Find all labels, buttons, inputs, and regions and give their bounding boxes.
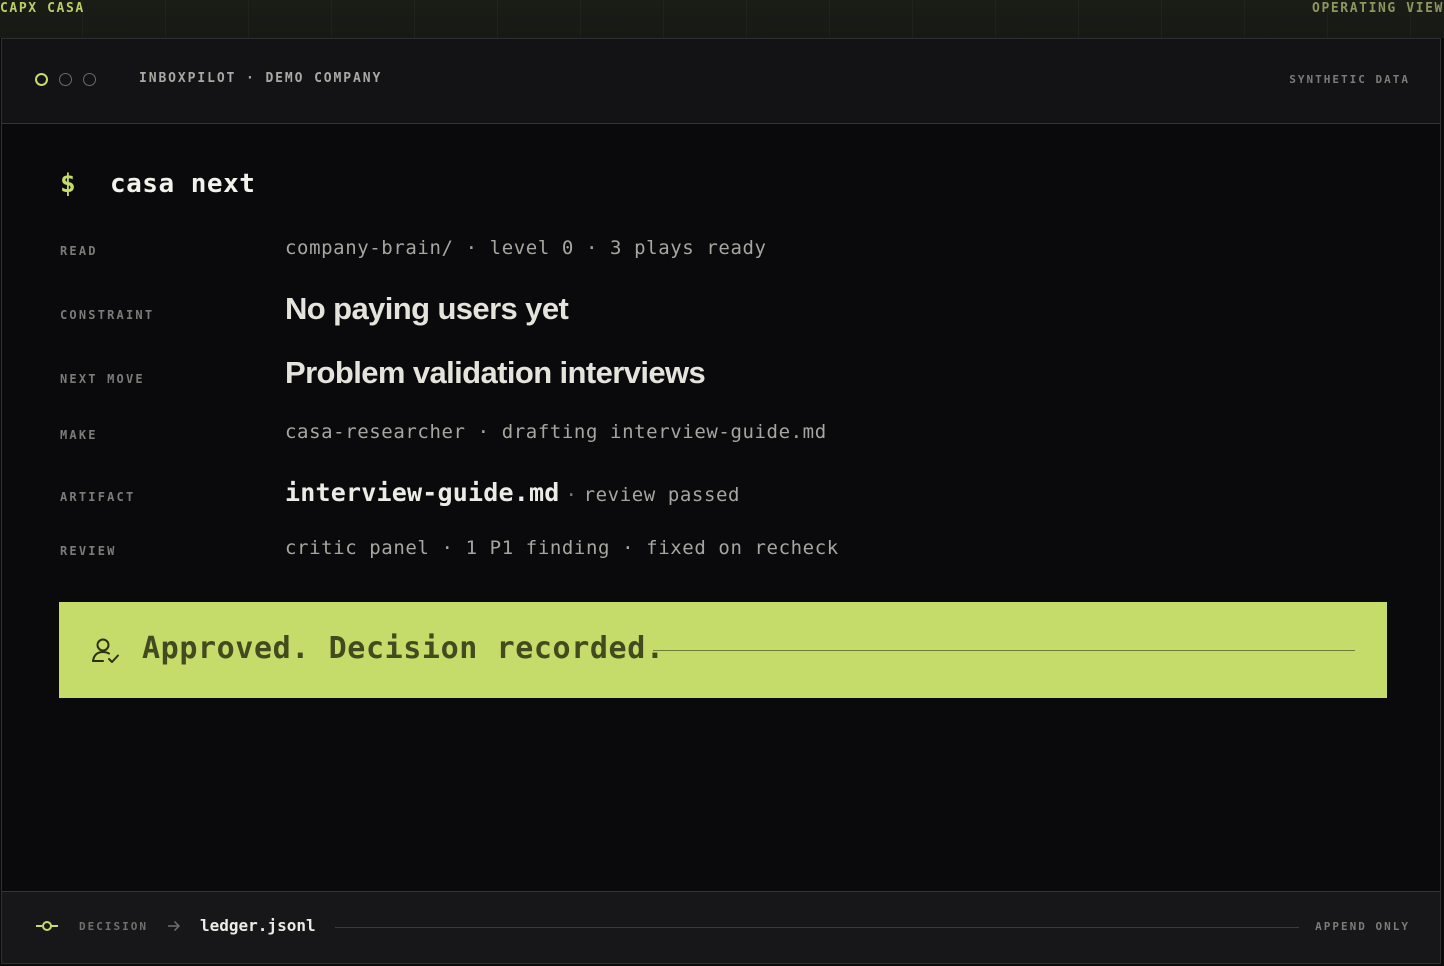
command-text: casa next bbox=[110, 169, 256, 199]
window-dot-icon[interactable] bbox=[59, 73, 72, 86]
constraint-value: No paying users yet bbox=[285, 291, 569, 326]
append-only-label: APPEND ONLY bbox=[1315, 920, 1410, 933]
window-dot-active-icon[interactable] bbox=[35, 73, 48, 86]
make-label: MAKE bbox=[60, 428, 98, 442]
artifact-separator: · bbox=[565, 484, 578, 506]
window-title: INBOXPILOT · DEMO COMPANY bbox=[139, 71, 383, 86]
prompt-symbol: $ bbox=[60, 169, 76, 199]
artifact-value: interview-guide.md · review passed bbox=[285, 478, 740, 507]
banner-rule bbox=[653, 650, 1355, 651]
synthetic-data-badge: SYNTHETIC DATA bbox=[1289, 73, 1410, 86]
read-label: READ bbox=[60, 244, 98, 258]
review-value: critic panel · 1 P1 finding · fixed on r… bbox=[285, 537, 839, 559]
ledger-file-link[interactable]: ledger.jsonl bbox=[200, 916, 316, 935]
constraint-label: CONSTRAINT bbox=[60, 308, 155, 322]
brand-label: CAPX CASA bbox=[0, 1, 85, 16]
artifact-label: ARTIFACT bbox=[60, 490, 136, 504]
window-dot-icon[interactable] bbox=[83, 73, 96, 86]
artifact-status: review passed bbox=[583, 484, 741, 506]
commit-icon bbox=[36, 921, 58, 931]
next-move-label: NEXT MOVE bbox=[60, 372, 145, 386]
window-titlebar: INBOXPILOT · DEMO COMPANY SYNTHETIC DATA bbox=[2, 39, 1440, 124]
approval-banner: Approved. Decision recorded. bbox=[59, 602, 1387, 698]
arrow-right-icon bbox=[168, 920, 180, 932]
make-value: casa-researcher · drafting interview-gui… bbox=[285, 421, 827, 443]
artifact-name-link[interactable]: interview-guide.md bbox=[285, 478, 560, 507]
review-label: REVIEW bbox=[60, 544, 117, 558]
user-check-icon bbox=[92, 638, 119, 663]
terminal-window: INBOXPILOT · DEMO COMPANY SYNTHETIC DATA… bbox=[1, 38, 1441, 964]
next-move-value: Problem validation interviews bbox=[285, 355, 706, 390]
decision-label: DECISION bbox=[79, 920, 148, 933]
decision-footer: DECISION ledger.jsonl APPEND ONLY bbox=[2, 891, 1440, 963]
top-strip: CAPX CASA OPERATING VIEW bbox=[0, 0, 1444, 38]
footer-rule bbox=[335, 927, 1299, 928]
read-value: company-brain/ · level 0 · 3 plays ready bbox=[285, 237, 767, 259]
approval-text: Approved. Decision recorded. bbox=[142, 631, 665, 666]
view-label: OPERATING VIEW bbox=[1312, 1, 1444, 16]
